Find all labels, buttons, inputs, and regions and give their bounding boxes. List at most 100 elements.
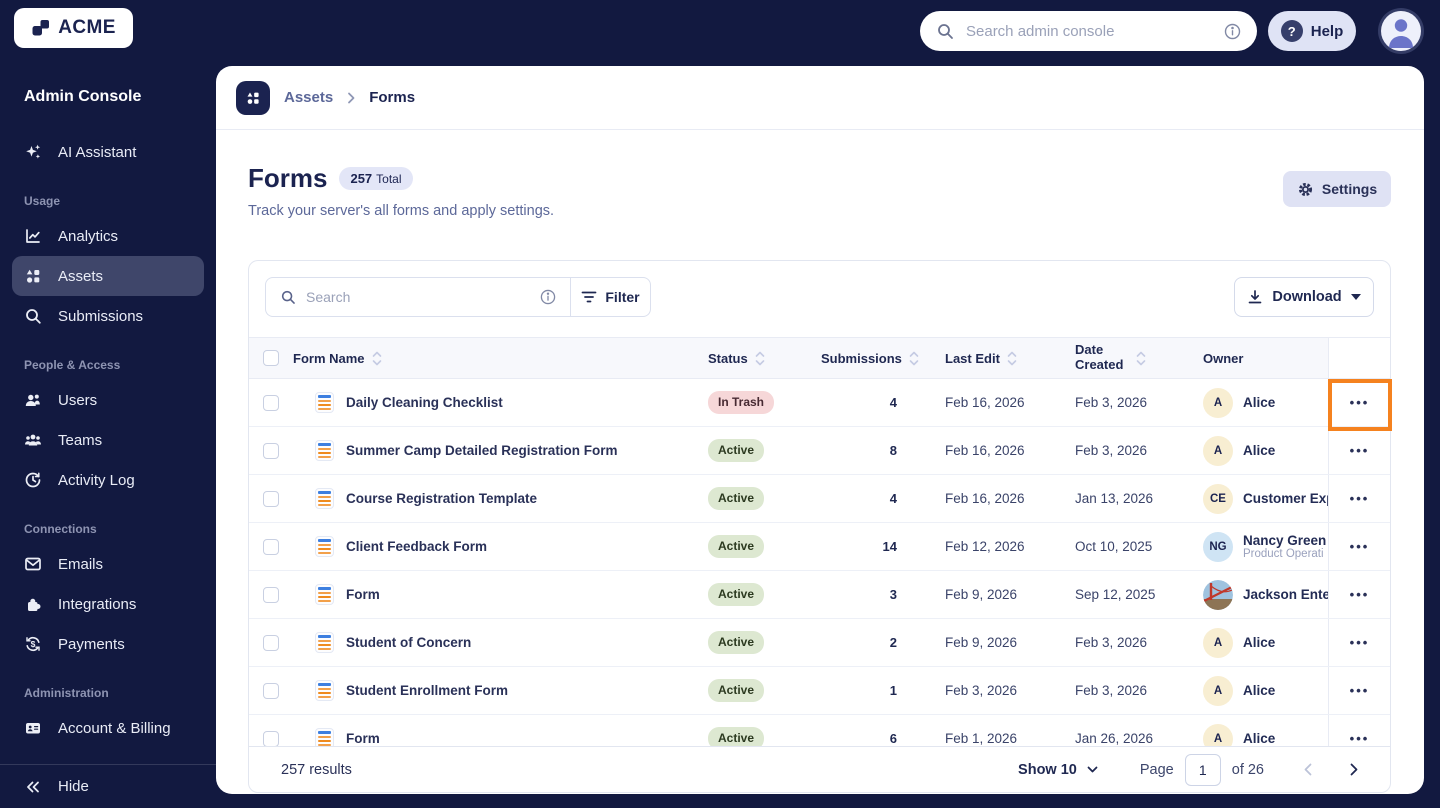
table-header-row: Form Name Status Submissions Last Edit D… — [249, 337, 1390, 379]
sort-icon[interactable] — [1007, 351, 1017, 366]
date-created: Feb 3, 2026 — [1075, 395, 1148, 410]
previous-page-button[interactable] — [1298, 757, 1318, 782]
page-header: Forms 257 Total Track your server's all … — [216, 130, 1424, 219]
sidebar-item-integrations[interactable]: Integrations — [12, 584, 204, 624]
submissions-count: 14 — [882, 539, 897, 554]
last-edit-date: Feb 12, 2026 — [945, 539, 1025, 554]
sidebar-item-ai-assistant[interactable]: AI Assistant — [12, 132, 204, 172]
row-actions-button[interactable]: ••• — [1350, 683, 1370, 698]
form-name-link[interactable]: Student Enrollment Form — [346, 683, 508, 698]
date-created: Jan 26, 2026 — [1075, 731, 1154, 746]
help-button[interactable]: ? Help — [1268, 11, 1356, 51]
select-all-checkbox[interactable] — [263, 350, 279, 366]
sort-icon[interactable] — [1136, 351, 1146, 366]
last-edit-date: Feb 9, 2026 — [945, 635, 1018, 650]
download-button[interactable]: Download — [1234, 277, 1374, 317]
table-row[interactable]: Course Registration Template Active 4 Fe… — [249, 475, 1390, 523]
next-page-button[interactable] — [1344, 757, 1364, 782]
sidebar-item-emails[interactable]: Emails — [12, 544, 204, 584]
column-header-date-created[interactable]: Date Created — [1047, 342, 1175, 373]
sort-icon[interactable] — [755, 351, 765, 366]
sidebar-item-label: Emails — [58, 555, 104, 573]
date-created: Feb 3, 2026 — [1075, 443, 1148, 458]
submissions-count: 8 — [889, 443, 897, 458]
total-count-badge: 257 Total — [339, 167, 413, 190]
acme-logo[interactable]: ACME — [14, 8, 133, 48]
form-icon — [315, 392, 334, 413]
owner-avatar: A — [1203, 627, 1233, 658]
user-avatar[interactable] — [1381, 11, 1421, 51]
row-checkbox[interactable] — [263, 682, 279, 699]
column-header-submissions[interactable]: Submissions — [819, 351, 919, 366]
sidebar-item-activity-log[interactable]: Activity Log — [12, 460, 204, 500]
form-name-link[interactable]: Course Registration Template — [346, 491, 537, 506]
show-per-page-select[interactable]: Show 10 — [1018, 762, 1098, 778]
sidebar-item-teams[interactable]: Teams — [12, 420, 204, 460]
form-name-link[interactable]: Summer Camp Detailed Registration Form — [346, 443, 618, 458]
row-checkbox[interactable] — [263, 442, 279, 459]
column-header-last-edit[interactable]: Last Edit — [917, 351, 1047, 366]
hide-label: Hide — [58, 778, 89, 795]
row-actions-button[interactable]: ••• — [1350, 395, 1370, 410]
owner-name: Alice — [1243, 443, 1276, 458]
table-search-input[interactable] — [306, 289, 530, 305]
sidebar-item-assets[interactable]: Assets — [12, 256, 204, 296]
admin-search-input[interactable] — [966, 22, 1212, 40]
owner-avatar: NG — [1203, 531, 1233, 562]
page-label: Page — [1139, 761, 1174, 778]
admin-search-bar[interactable] — [920, 11, 1257, 51]
table-body: Daily Cleaning Checklist In Trash 4 Feb … — [249, 379, 1390, 763]
breadcrumb-assets-link[interactable]: Assets — [284, 89, 333, 106]
column-header-form-name[interactable]: Form Name — [293, 351, 708, 366]
sidebar-item-users[interactable]: Users — [12, 380, 204, 420]
table-row[interactable]: Daily Cleaning Checklist In Trash 4 Feb … — [249, 379, 1390, 427]
row-checkbox[interactable] — [263, 394, 279, 411]
breadcrumb: Assets Forms — [216, 66, 1424, 130]
sidebar-item-payments[interactable]: $ Payments — [12, 624, 204, 664]
sidebar-item-analytics[interactable]: Analytics — [12, 216, 204, 256]
search-icon — [280, 289, 296, 305]
column-header-actions — [1328, 338, 1390, 378]
table-row[interactable]: Student Enrollment Form Active 1 Feb 3, … — [249, 667, 1390, 715]
status-badge: Active — [708, 439, 765, 462]
sidebar-section-people: People & Access — [24, 358, 121, 372]
owner-avatar: A — [1203, 675, 1233, 706]
status-badge: Active — [708, 583, 765, 606]
row-actions-button[interactable]: ••• — [1350, 491, 1370, 506]
sidebar-hide-button[interactable]: Hide — [0, 764, 216, 808]
sidebar-section-administration: Administration — [24, 686, 109, 700]
table-row[interactable]: Form Active 3 Feb 9, 2026 Sep 12, 2025 J… — [249, 571, 1390, 619]
table-row[interactable]: Summer Camp Detailed Registration Form A… — [249, 427, 1390, 475]
row-checkbox[interactable] — [263, 490, 279, 507]
sidebar-item-submissions[interactable]: Submissions — [12, 296, 204, 336]
row-checkbox[interactable] — [263, 634, 279, 651]
table-row[interactable]: Client Feedback Form Active 14 Feb 12, 2… — [249, 523, 1390, 571]
owner-avatar: A — [1203, 435, 1233, 466]
settings-button[interactable]: Settings — [1283, 171, 1391, 207]
row-actions-button[interactable]: ••• — [1350, 587, 1370, 602]
row-actions-button[interactable]: ••• — [1350, 443, 1370, 458]
teams-icon — [24, 431, 42, 449]
row-checkbox[interactable] — [263, 586, 279, 603]
form-name-link[interactable]: Client Feedback Form — [346, 539, 487, 554]
form-name-link[interactable]: Form — [346, 731, 380, 746]
page-number-input[interactable] — [1184, 753, 1221, 786]
table-row[interactable]: Student of Concern Active 2 Feb 9, 2026 … — [249, 619, 1390, 667]
sort-icon[interactable] — [372, 351, 382, 366]
form-name-link[interactable]: Form — [346, 587, 380, 602]
column-header-status[interactable]: Status — [708, 351, 819, 366]
row-actions-button[interactable]: ••• — [1350, 635, 1370, 650]
owner-name: Jackson Enter — [1243, 587, 1328, 602]
form-name-link[interactable]: Student of Concern — [346, 635, 471, 650]
row-actions-button[interactable]: ••• — [1350, 731, 1370, 746]
row-checkbox[interactable] — [263, 730, 279, 747]
sidebar-title: Admin Console — [24, 88, 142, 105]
table-search-bar[interactable] — [265, 277, 570, 317]
row-checkbox[interactable] — [263, 538, 279, 555]
last-edit-date: Feb 16, 2026 — [945, 491, 1025, 506]
owner-avatar: A — [1203, 387, 1233, 418]
sidebar-item-account-billing[interactable]: Account & Billing — [12, 708, 204, 748]
form-name-link[interactable]: Daily Cleaning Checklist — [346, 395, 503, 410]
filter-button[interactable]: Filter — [570, 277, 651, 317]
row-actions-button[interactable]: ••• — [1350, 539, 1370, 554]
